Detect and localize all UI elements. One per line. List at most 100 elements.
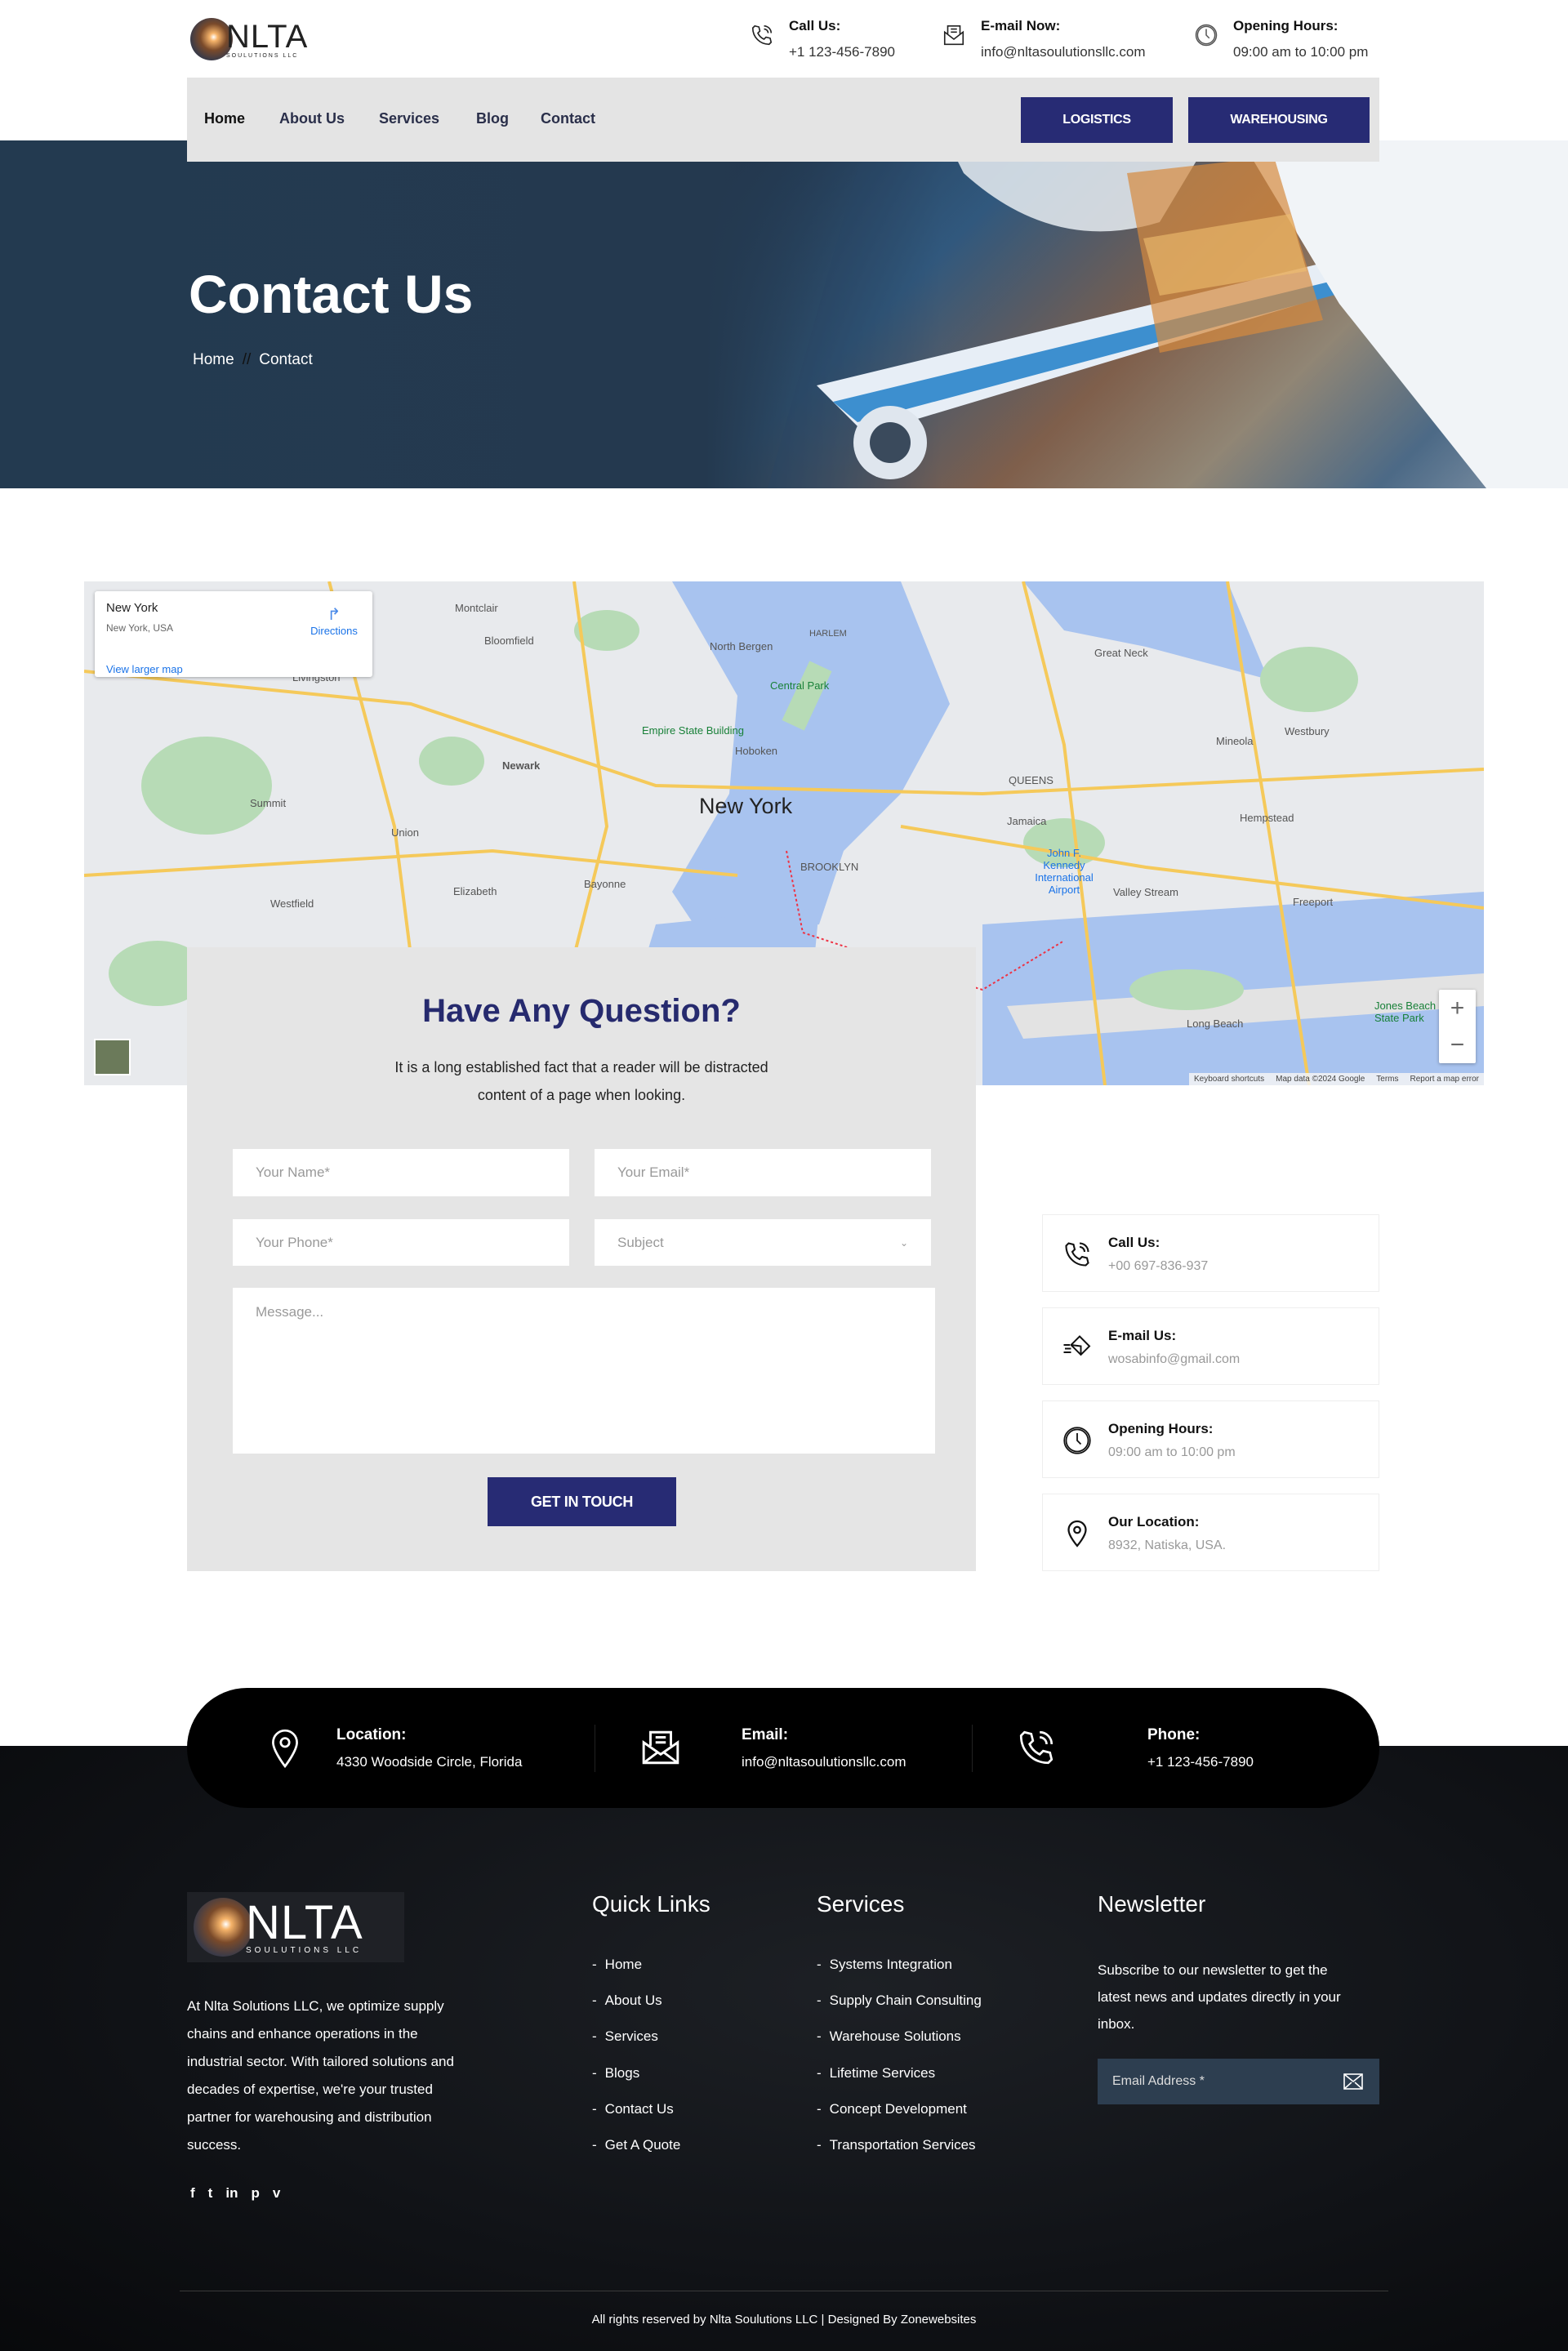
header-email: E-mail Now: info@nltasoulutionsllc.com [942, 18, 1146, 60]
call-value[interactable]: +1 123-456-7890 [789, 44, 895, 60]
band-value[interactable]: +1 123-456-7890 [1147, 1754, 1254, 1770]
location-icon [272, 1729, 298, 1768]
map-label: Westbury [1285, 725, 1330, 737]
email-title: E-mail Now: [981, 18, 1061, 33]
phone-input[interactable]: Your Phone* [233, 1219, 569, 1266]
service-link[interactable]: Lifetime Services [817, 2065, 935, 2082]
page-title: Contact Us [189, 264, 474, 324]
service-link[interactable]: Warehouse Solutions [817, 2028, 961, 2045]
view-larger-map-link[interactable]: View larger map [106, 663, 183, 675]
directions-button[interactable]: ↱ Directions [305, 604, 363, 637]
subject-placeholder: Subject [617, 1234, 664, 1250]
band-divider [972, 1725, 973, 1772]
footer-link-home[interactable]: Home [592, 1957, 642, 1973]
contact-form: Have Any Question? It is a long establis… [187, 947, 976, 1571]
logo-text: NLTA [246, 1896, 363, 1949]
service-link[interactable]: Systems Integration [817, 1957, 952, 1973]
band-title: Phone: [1147, 1726, 1200, 1743]
twitter-icon[interactable]: t [208, 2185, 213, 2202]
footer-link-quote[interactable]: Get A Quote [592, 2137, 681, 2153]
contact-band: Location: 4330 Woodside Circle, Florida E… [187, 1688, 1379, 1808]
send-mail-icon[interactable] [1343, 2073, 1363, 2090]
map-label: Jones Beach State Park [1374, 1000, 1437, 1024]
card-value: 09:00 am to 10:00 pm [1108, 1445, 1236, 1459]
map-label: Great Neck [1094, 647, 1148, 659]
pinterest-icon[interactable]: p [251, 2185, 259, 2202]
email-value[interactable]: info@nltasoulutionsllc.com [981, 44, 1146, 60]
email-input[interactable]: Your Email* [595, 1149, 931, 1196]
terms-link[interactable]: Terms [1376, 1075, 1398, 1084]
clock-icon [1195, 24, 1218, 47]
map-label: BROOKLYN [800, 861, 859, 873]
logo-sub: SOULUTIONS LLC [226, 52, 299, 59]
newsletter-placeholder: Email Address * [1112, 2074, 1205, 2088]
info-card-call: Call Us: +00 697-836-937 [1042, 1214, 1379, 1292]
newsletter-text: Subscribe to our newsletter to get the la… [1098, 1957, 1341, 2037]
footer: NLTA SOULUTIONS LLC At Nlta Solutions LLC… [0, 1746, 1568, 2351]
about-line: partner for warehousing and distribution [187, 2109, 432, 2125]
message-textarea[interactable]: Message... [233, 1288, 935, 1454]
info-card-location: Our Location: 8932, Natiska, USA. [1042, 1494, 1379, 1571]
directions-icon: ↱ [327, 606, 341, 624]
service-link[interactable]: Supply Chain Consulting [817, 1993, 982, 2009]
copyright: All rights reserved by Nlta Soulutions L… [591, 2313, 977, 2327]
nav-about-us[interactable]: About Us [279, 110, 345, 127]
warehousing-button[interactable]: WAREHOUSING [1188, 97, 1370, 143]
nav-contact[interactable]: Contact [541, 110, 595, 127]
newsletter-heading: Newsletter [1098, 1891, 1206, 1917]
news-line: Subscribe to our newsletter to get the [1098, 1962, 1328, 1978]
band-value[interactable]: info@nltasoulutionsllc.com [742, 1754, 906, 1770]
mail-icon [1063, 1335, 1091, 1356]
directions-label: Directions [310, 625, 358, 637]
facebook-icon[interactable]: f [190, 2185, 195, 2202]
footer-link-about[interactable]: About Us [592, 1993, 662, 2009]
zoom-in-button[interactable]: + [1439, 990, 1476, 1026]
nav-home[interactable]: Home [204, 110, 245, 127]
call-title: Call Us: [789, 18, 841, 33]
map-label: Central Park [770, 679, 830, 692]
keyboard-shortcuts-link[interactable]: Keyboard shortcuts [1194, 1075, 1264, 1084]
header-hours: Opening Hours: 09:00 am to 10:00 pm [1194, 18, 1368, 60]
map-label: New York [699, 794, 793, 818]
news-line: latest news and updates directly in your [1098, 1989, 1341, 2005]
nav-blog[interactable]: Blog [476, 110, 509, 127]
info-card-email: E-mail Us: wosabinfo@gmail.com [1042, 1307, 1379, 1385]
breadcrumb-separator: // [242, 351, 252, 368]
logo-text: NLTA [226, 18, 309, 55]
breadcrumb: Home // Contact [193, 351, 313, 369]
band-title: Email: [742, 1726, 789, 1743]
main-nav: Home About Us Services Blog Contact LOGI… [187, 78, 1379, 162]
footer-link-contact[interactable]: Contact Us [592, 2101, 674, 2117]
get-in-touch-button[interactable]: GET IN TOUCH [488, 1477, 676, 1526]
map-label: Long Beach [1187, 1017, 1244, 1030]
card-value: +00 697-836-937 [1108, 1259, 1209, 1273]
name-input[interactable]: Your Name* [233, 1149, 569, 1196]
satellite-toggle[interactable] [94, 1039, 131, 1075]
service-link[interactable]: Concept Development [817, 2101, 967, 2117]
report-error-link[interactable]: Report a map error [1410, 1075, 1479, 1084]
linkedin-icon[interactable]: in [225, 2185, 238, 2202]
vimeo-icon[interactable]: v [273, 2185, 280, 2202]
map-label: Bloomfield [484, 635, 534, 647]
subject-select[interactable]: Subject ⌄ [595, 1219, 931, 1266]
header-call: Call Us: +1 123-456-7890 [750, 18, 895, 60]
hours-value: 09:00 am to 10:00 pm [1233, 44, 1369, 60]
place-card: New York New York, USA View larger map ↱… [95, 591, 372, 677]
mail-icon [642, 1730, 679, 1765]
clock-icon [1063, 1427, 1091, 1454]
breadcrumb-home[interactable]: Home [193, 351, 234, 369]
service-link[interactable]: Transportation Services [817, 2137, 976, 2153]
footer-link-blogs[interactable]: Blogs [592, 2065, 640, 2082]
social-links: f t in p v [190, 2185, 280, 2202]
newsletter-input[interactable]: Email Address * [1098, 2059, 1379, 2104]
map-label: Summit [250, 797, 287, 809]
logo[interactable]: NLTA SOULUTIONS LLC [190, 18, 308, 60]
about-line: industrial sector. With tailored solutio… [187, 2054, 454, 2069]
nav-services[interactable]: Services [379, 110, 439, 127]
footer-link-services[interactable]: Services [592, 2028, 658, 2045]
footer-logo[interactable]: NLTA SOULUTIONS LLC [187, 1892, 404, 1962]
map-data-label: Map data ©2024 Google [1276, 1075, 1365, 1084]
logistics-button[interactable]: LOGISTICS [1021, 97, 1173, 143]
zoom-out-button[interactable]: − [1439, 1026, 1476, 1063]
phone-icon [1065, 1242, 1089, 1267]
